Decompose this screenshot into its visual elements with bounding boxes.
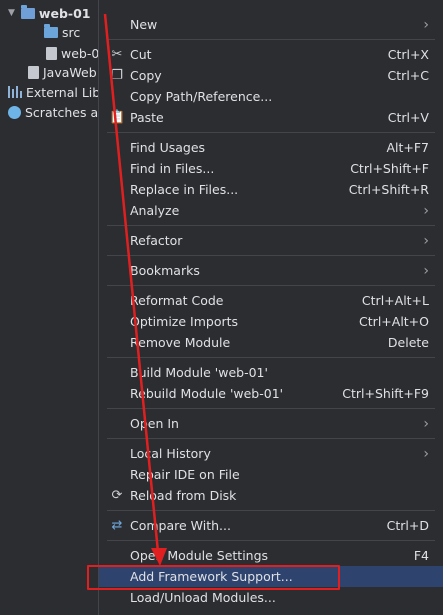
separator bbox=[107, 255, 435, 256]
clipboard-icon: 📋 bbox=[109, 110, 126, 125]
menu-item-open-in[interactable]: Open In › bbox=[99, 413, 443, 434]
menu-item-optimize-imports[interactable]: Optimize Imports Ctrl+Alt+O bbox=[99, 311, 443, 332]
file-icon bbox=[46, 46, 57, 60]
menu-item-open-module-settings[interactable]: Open Module Settings F4 bbox=[99, 545, 443, 566]
menu-item-copy-path[interactable]: Copy Path/Reference... bbox=[99, 86, 443, 107]
menu-item-rebuild-module[interactable]: Rebuild Module 'web-01' Ctrl+Shift+F9 bbox=[99, 383, 443, 404]
tree-item-external-libraries[interactable]: External Libr bbox=[8, 82, 105, 102]
chevron-down-icon[interactable]: ▼ bbox=[8, 8, 15, 18]
menu-item-build-module[interactable]: Build Module 'web-01' bbox=[99, 362, 443, 383]
separator bbox=[107, 285, 435, 286]
menu-item-compare-with[interactable]: ⇄ Compare With... Ctrl+D bbox=[99, 515, 443, 536]
menu-item-find-in-files[interactable]: Find in Files... Ctrl+Shift+F bbox=[99, 158, 443, 179]
submenu-arrow-icon: › bbox=[423, 262, 429, 279]
reload-icon: ⟳ bbox=[111, 488, 123, 503]
submenu-arrow-icon: › bbox=[423, 16, 429, 33]
menu-item-local-history[interactable]: Local History › bbox=[99, 443, 443, 464]
menu-item-copy[interactable]: ❐ Copy Ctrl+C bbox=[99, 65, 443, 86]
module-folder-icon bbox=[20, 4, 35, 19]
menu-item-repair-ide[interactable]: Repair IDE on File bbox=[99, 464, 443, 485]
menu-item-new[interactable]: New › bbox=[99, 14, 443, 35]
menu-item-refactor[interactable]: Refactor › bbox=[99, 230, 443, 251]
separator bbox=[107, 39, 435, 40]
menu-item-find-usages[interactable]: Find Usages Alt+F7 bbox=[99, 137, 443, 158]
menu-item-analyze[interactable]: Analyze › bbox=[99, 200, 443, 221]
menu-item-bookmarks[interactable]: Bookmarks › bbox=[99, 260, 443, 281]
tree-item-scratches[interactable]: Scratches ar bbox=[8, 102, 103, 122]
folder-icon bbox=[44, 23, 58, 38]
separator bbox=[107, 510, 435, 511]
menu-item-replace-in-files[interactable]: Replace in Files... Ctrl+Shift+R bbox=[99, 179, 443, 200]
menu-item-paste[interactable]: 📋 Paste Ctrl+V bbox=[99, 107, 443, 128]
tree-item-root[interactable]: ▼ web-01 bbox=[8, 3, 90, 23]
separator bbox=[107, 438, 435, 439]
copy-icon: ❐ bbox=[111, 68, 123, 83]
annotation-highlight-box bbox=[87, 565, 340, 590]
libraries-icon bbox=[8, 86, 22, 98]
separator bbox=[107, 225, 435, 226]
compare-icon: ⇄ bbox=[111, 518, 123, 533]
context-menu: New › ✂ Cut Ctrl+X ❐ Copy Ctrl+C Copy Pa… bbox=[98, 0, 443, 615]
tree-item-file[interactable]: web-0 bbox=[46, 43, 99, 63]
scratches-icon bbox=[8, 105, 21, 119]
submenu-arrow-icon: › bbox=[423, 202, 429, 219]
menu-item-reload-from-disk[interactable]: ⟳ Reload from Disk bbox=[99, 485, 443, 506]
separator bbox=[107, 357, 435, 358]
submenu-arrow-icon: › bbox=[423, 445, 429, 462]
iml-file-icon bbox=[28, 65, 39, 79]
separator bbox=[107, 408, 435, 409]
menu-item-remove-module[interactable]: Remove Module Delete bbox=[99, 332, 443, 353]
submenu-arrow-icon: › bbox=[423, 232, 429, 249]
scissors-icon: ✂ bbox=[111, 47, 123, 62]
menu-item-load-unload-modules[interactable]: Load/Unload Modules... bbox=[99, 587, 443, 608]
tree-item-src[interactable]: src bbox=[44, 22, 80, 42]
submenu-arrow-icon: › bbox=[423, 415, 429, 432]
separator bbox=[107, 132, 435, 133]
menu-item-cut[interactable]: ✂ Cut Ctrl+X bbox=[99, 44, 443, 65]
menu-item-reformat-code[interactable]: Reformat Code Ctrl+Alt+L bbox=[99, 290, 443, 311]
separator bbox=[107, 540, 435, 541]
tree-item-javaweb[interactable]: JavaWeb bbox=[28, 62, 97, 82]
